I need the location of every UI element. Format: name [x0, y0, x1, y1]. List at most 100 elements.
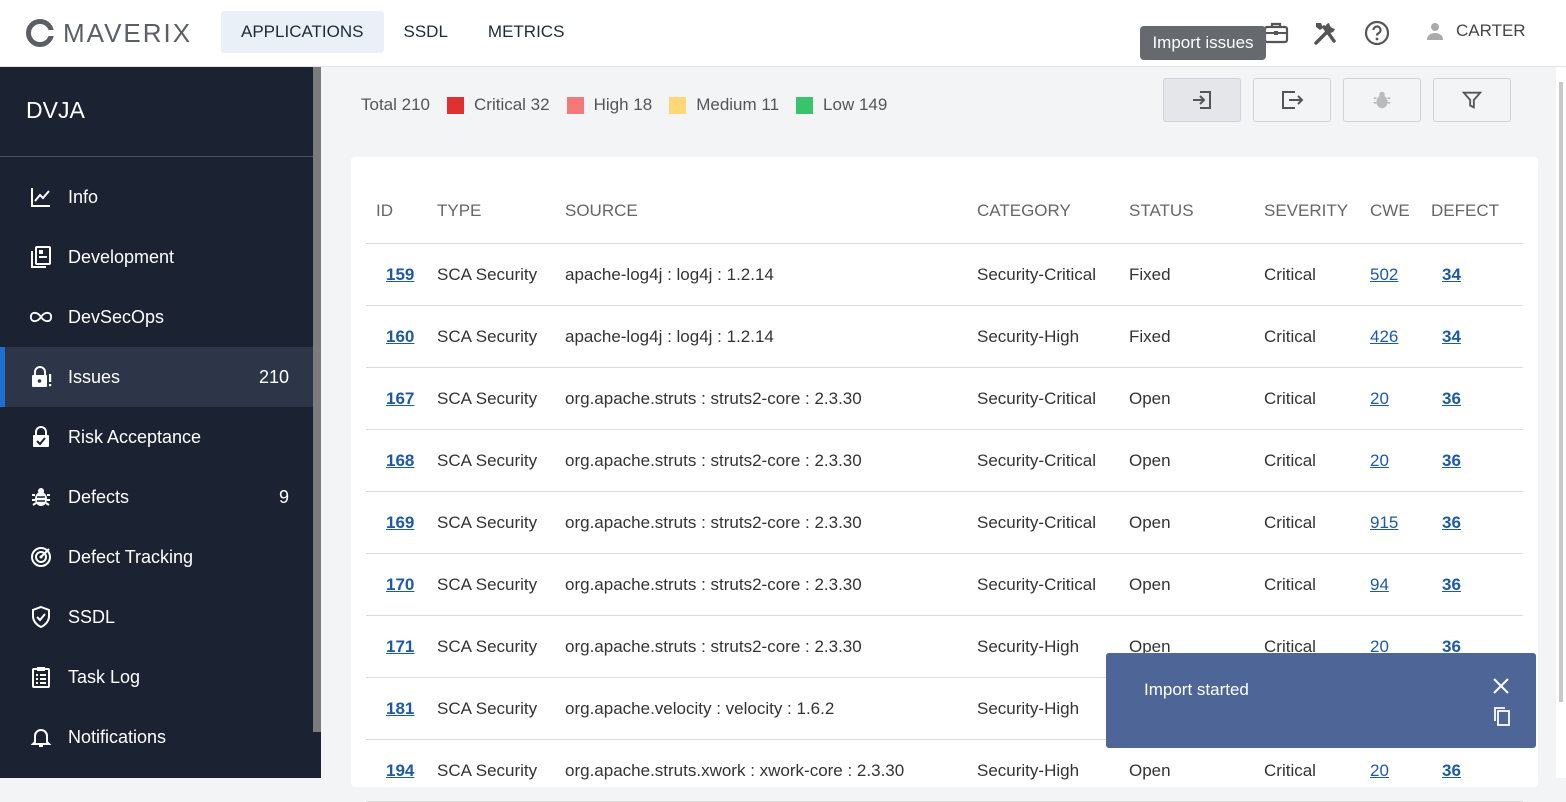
table-cell: SCA Security: [436, 553, 564, 616]
table-row[interactable]: 194 SCA Security org.apache.struts.xwork :…: [366, 739, 1523, 802]
issue-id-link[interactable]: 160: [386, 327, 414, 346]
table-cell: Security-Critical: [976, 491, 1128, 554]
sidebar-divider: [0, 156, 313, 157]
table-cell: Critical: [1263, 367, 1369, 430]
tools-icon[interactable]: [1312, 19, 1340, 47]
cwe-link[interactable]: 502: [1370, 265, 1398, 284]
table-row[interactable]: 170 SCA Security org.apache.struts : strut…: [366, 553, 1523, 616]
cwe-link[interactable]: 20: [1370, 451, 1389, 470]
issue-source: org.apache.struts.xwork : xwork-core : 2…: [565, 760, 905, 780]
col-source[interactable]: SOURCE: [564, 179, 976, 244]
cwe-link[interactable]: 20: [1370, 389, 1389, 408]
cwe-link[interactable]: 915: [1370, 513, 1398, 532]
table-cell: Open: [1128, 553, 1263, 616]
sidebar-item-risk-acceptance[interactable]: Risk Acceptance: [0, 407, 313, 467]
issue-category: Security-Critical: [977, 450, 1097, 470]
defect-link[interactable]: 36: [1442, 513, 1461, 532]
close-icon[interactable]: [1491, 676, 1511, 696]
export-issues-button[interactable]: [1253, 78, 1331, 122]
page-scrollbar-thumb[interactable]: [1559, 82, 1563, 702]
table-row[interactable]: 169 SCA Security org.apache.struts : strut…: [366, 491, 1523, 554]
issue-id-link[interactable]: 170: [386, 575, 414, 594]
sidebar-item-development[interactable]: Development: [0, 227, 313, 287]
table-cell: Critical: [1263, 739, 1369, 802]
issue-source: org.apache.struts : struts2-core : 2.3.3…: [565, 574, 862, 594]
table-cell: SCA Security: [436, 429, 564, 492]
table-row[interactable]: 159 SCA Security apache-log4j : log4j : 1.…: [366, 243, 1523, 306]
cwe-link[interactable]: 94: [1370, 575, 1389, 594]
table-cell: 915: [1369, 491, 1430, 554]
summary-medium: Medium 11: [696, 95, 780, 114]
defect-link[interactable]: 34: [1442, 327, 1461, 346]
sidebar-item-ssdl[interactable]: SSDL: [0, 587, 313, 647]
defect-link[interactable]: 36: [1442, 761, 1461, 780]
col-cwe[interactable]: CWE: [1369, 179, 1430, 244]
issue-id-link[interactable]: 168: [386, 451, 414, 470]
summary-critical: Critical 32: [474, 95, 550, 114]
sidebar-item-task-log[interactable]: Task Log: [0, 647, 313, 707]
sidebar-item-label: Notifications: [68, 726, 167, 747]
nav-applications[interactable]: APPLICATIONS: [221, 11, 384, 53]
defect-link[interactable]: 36: [1442, 575, 1461, 594]
col-id[interactable]: ID: [366, 179, 436, 244]
issue-source: org.apache.struts : struts2-core : 2.3.3…: [565, 450, 862, 470]
help-icon[interactable]: [1363, 19, 1391, 47]
user-menu[interactable]: CARTER: [1424, 20, 1526, 42]
table-cell: 168: [366, 429, 436, 492]
clipboard-list-icon: [29, 665, 53, 689]
sidebar-item-info[interactable]: Info: [0, 167, 313, 227]
page-scrollbar[interactable]: [1556, 67, 1566, 778]
nav-metrics[interactable]: METRICS: [468, 11, 585, 53]
issue-severity: Critical: [1264, 574, 1316, 594]
defect-link[interactable]: 34: [1442, 265, 1461, 284]
create-defect-button[interactable]: [1343, 78, 1421, 122]
maverix-logo[interactable]: MAVERIX: [26, 15, 192, 51]
issue-id-link[interactable]: 171: [386, 637, 414, 656]
nav-ssdl[interactable]: SSDL: [384, 11, 468, 53]
table-cell: 170: [366, 553, 436, 616]
defect-link[interactable]: 36: [1442, 451, 1461, 470]
issue-severity: Critical: [1264, 450, 1316, 470]
issue-category: Security-Critical: [977, 388, 1097, 408]
issue-type: SCA Security: [437, 264, 538, 284]
issue-id-link[interactable]: 169: [386, 513, 414, 532]
sidebar-item-label: DevSecOps: [68, 306, 165, 327]
sidebar-item-issues[interactable]: Issues 210: [0, 347, 313, 407]
copy-icon[interactable]: [1492, 705, 1512, 727]
cwe-link[interactable]: 426: [1370, 327, 1398, 346]
sidebar-item-defect-tracking[interactable]: Defect Tracking: [0, 527, 313, 587]
col-type[interactable]: TYPE: [436, 179, 564, 244]
table-cell: org.apache.struts : struts2-core : 2.3.3…: [564, 615, 976, 678]
sidebar-item-notifications[interactable]: Notifications: [0, 707, 313, 767]
sidebar-item-defects[interactable]: Defects 9: [0, 467, 313, 527]
table-row[interactable]: 167 SCA Security org.apache.struts : strut…: [366, 367, 1523, 430]
table-row[interactable]: 160 SCA Security apache-log4j : log4j : 1.…: [366, 305, 1523, 368]
table-cell: Open: [1128, 429, 1263, 492]
table-cell: org.apache.struts : struts2-core : 2.3.3…: [564, 367, 976, 430]
issue-id-link[interactable]: 181: [386, 699, 414, 718]
issue-id-link[interactable]: 159: [386, 265, 414, 284]
table-cell: 36: [1430, 553, 1523, 616]
filter-button[interactable]: [1433, 78, 1511, 122]
issue-id-link[interactable]: 194: [386, 761, 414, 780]
import-toast: Import started: [1106, 653, 1536, 748]
issue-category: Security-High: [977, 326, 1080, 346]
issue-id-link[interactable]: 167: [386, 389, 414, 408]
import-issues-button[interactable]: [1163, 78, 1241, 122]
issue-source: org.apache.velocity : velocity : 1.6.2: [565, 698, 835, 718]
col-defect[interactable]: DEFECT: [1430, 179, 1523, 244]
col-severity[interactable]: SEVERITY: [1263, 179, 1369, 244]
table-cell: Security-Critical: [976, 553, 1128, 616]
briefcase-icon[interactable]: [1262, 19, 1290, 47]
table-row[interactable]: 168 SCA Security org.apache.struts : strut…: [366, 429, 1523, 492]
table-cell: Critical: [1263, 429, 1369, 492]
table-cell: org.apache.struts : struts2-core : 2.3.3…: [564, 429, 976, 492]
sidebar-scrollbar[interactable]: [313, 67, 321, 732]
sidebar-item-devsecops[interactable]: DevSecOps: [0, 287, 313, 347]
cwe-link[interactable]: 20: [1370, 761, 1389, 780]
defect-link[interactable]: 36: [1442, 389, 1461, 408]
col-status[interactable]: STATUS: [1128, 179, 1263, 244]
col-category[interactable]: CATEGORY: [976, 179, 1128, 244]
table-cell: Security-Critical: [976, 367, 1128, 430]
issue-status: Open: [1129, 574, 1171, 594]
